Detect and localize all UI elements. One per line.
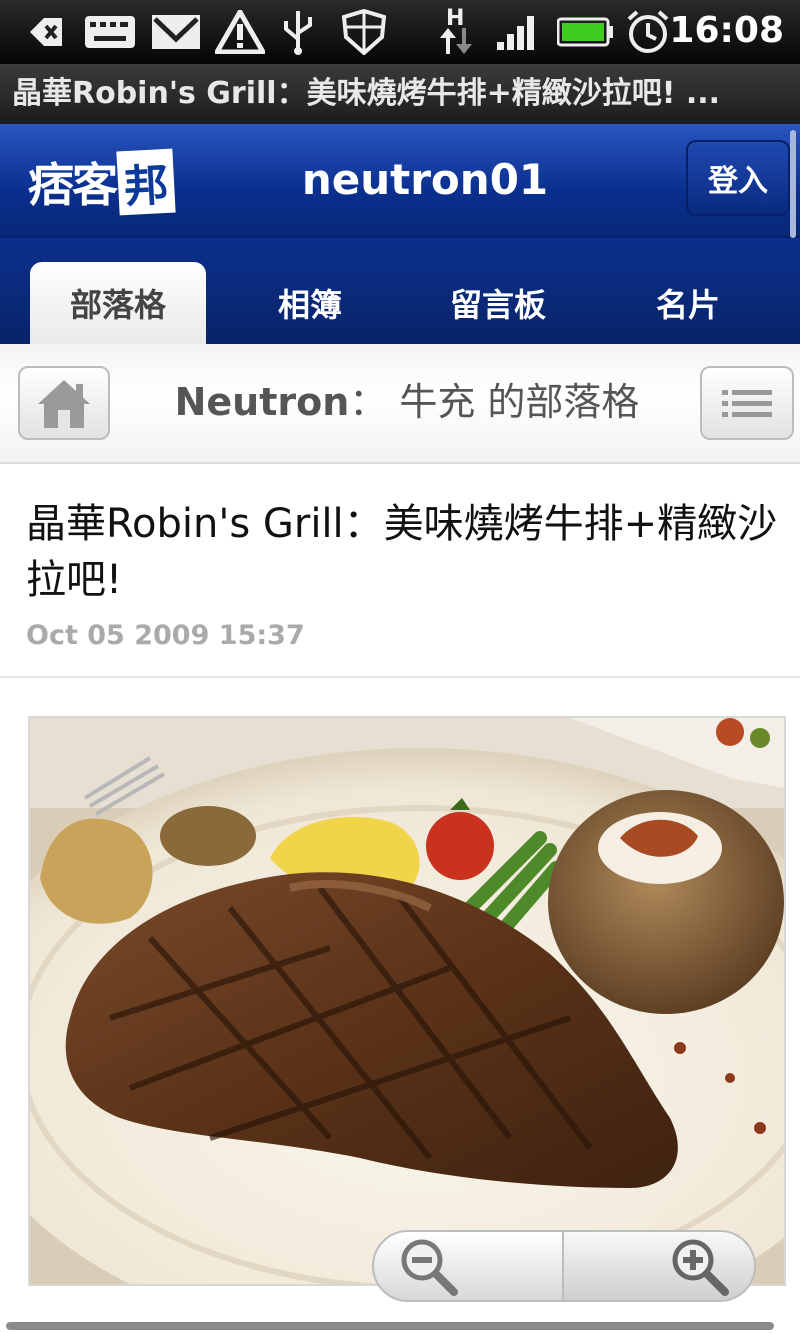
usb-icon: [278, 8, 318, 56]
logo-text: 痞客: [28, 158, 118, 212]
blog-nav-bar: Neutron： 牛充 的部落格: [0, 344, 800, 464]
zoom-out-icon: [401, 1239, 458, 1296]
post-title[interactable]: 晶華Robin's Grill：美味燒烤牛排+精緻沙拉吧!: [26, 496, 778, 608]
steak-photo-drawing: [30, 718, 784, 1284]
tab-bar: 部落格 相簿 留言板 名片: [0, 238, 800, 344]
gmail-icon: [150, 8, 202, 56]
status-clock: 16:08: [669, 10, 784, 51]
login-button[interactable]: 登入: [686, 140, 790, 216]
back-arrow-icon: [24, 8, 68, 56]
home-icon: [38, 380, 90, 428]
post-date: Oct 05 2009 15:37: [26, 620, 305, 651]
tab-albums[interactable]: 相簿: [222, 262, 398, 344]
menu-button[interactable]: [700, 366, 794, 440]
alarm-icon: [624, 8, 672, 56]
page-scrollbar[interactable]: [6, 1322, 774, 1330]
steak-photo[interactable]: [28, 716, 786, 1286]
status-bar: H 16:08: [0, 0, 800, 64]
network-type-label: H: [446, 6, 465, 31]
battery-icon: [556, 8, 616, 56]
header-scrollbar: [790, 130, 796, 238]
divider: [0, 676, 800, 678]
tab-profile[interactable]: 名片: [600, 262, 776, 344]
home-button[interactable]: [18, 366, 110, 440]
shield-icon: [340, 8, 388, 56]
zoom-out-button[interactable]: [372, 1230, 564, 1302]
zoom-in-button[interactable]: [564, 1230, 756, 1302]
warning-icon: [214, 8, 266, 56]
logo-box: 邦: [116, 148, 176, 216]
username: neutron01: [301, 155, 549, 204]
blog-name-bold: Neutron: [174, 380, 350, 424]
browser-page-title: 晶華Robin's Grill：美味燒烤牛排+精緻沙拉吧! ...: [0, 64, 800, 124]
keyboard-icon: [84, 8, 136, 56]
signal-icon: [494, 8, 542, 56]
zoom-in-icon: [672, 1239, 729, 1296]
blog-name-rest: ： 牛充 的部落格: [349, 380, 640, 424]
tab-guestbook[interactable]: 留言板: [410, 262, 586, 344]
list-menu-icon: [722, 390, 772, 417]
site-logo[interactable]: 痞客 邦: [28, 148, 176, 216]
data-transfer-icon: H: [436, 6, 476, 56]
blog-name: Neutron： 牛充 的部落格: [120, 372, 694, 432]
tab-blog[interactable]: 部落格: [30, 262, 206, 344]
site-header: 痞客 邦 neutron01: [0, 124, 800, 238]
